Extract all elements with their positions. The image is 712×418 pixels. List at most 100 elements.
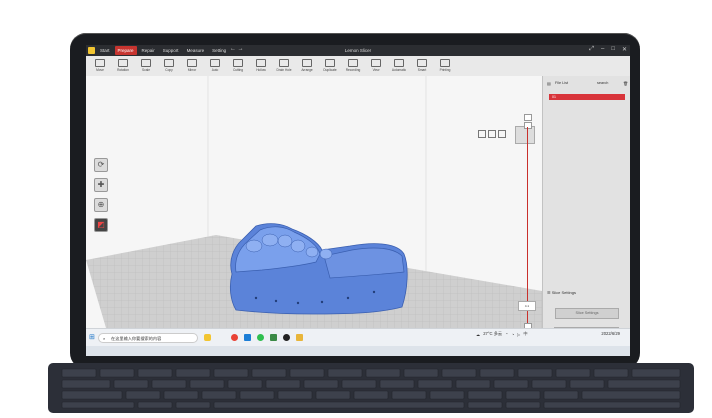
reset-view-icon[interactable] [498, 130, 506, 138]
tool-cutting[interactable]: Cutting [228, 58, 248, 75]
tool-rotation[interactable]: Rotation [113, 58, 133, 75]
lemon-slicer-app-icon[interactable] [204, 334, 211, 341]
weather-icon: ☁ [476, 331, 481, 337]
tool-scale[interactable]: Scale [136, 58, 156, 75]
undo-redo[interactable]: ← → [230, 46, 244, 52]
layer-value-box[interactable]: 4.1 [518, 301, 536, 311]
3d-viewport[interactable]: ⟳ ✚ ⊕ ◩ [86, 76, 542, 328]
file-list-item[interactable]: 01 [549, 94, 625, 100]
tool-icon [302, 59, 312, 67]
tool-icon [417, 59, 427, 67]
maximize-icon[interactable]: □ [611, 46, 615, 53]
zoom-view-icon[interactable]: ⊕ [94, 198, 108, 212]
delete-icon[interactable]: 🗑 [623, 81, 628, 86]
ime-icon[interactable]: 中 [523, 331, 527, 337]
tool-icon [348, 59, 358, 67]
perspective-view-icon[interactable] [478, 130, 486, 138]
tool-mirror[interactable]: Mirror [182, 58, 202, 75]
layers-icon: ☰ [547, 290, 551, 295]
close-icon[interactable]: ✕ [622, 46, 627, 53]
system-tray: ☁ 27°C 多云 ⌃ ◔ ▷ 中 [476, 331, 528, 337]
tool-smart[interactable]: Smart [412, 58, 432, 75]
tool-printing[interactable]: Printing [435, 58, 455, 75]
wechat-icon[interactable] [257, 334, 264, 341]
title-bar: Start Prepare Repair Support Measure Set… [86, 45, 630, 56]
folder-icon[interactable] [296, 334, 303, 341]
slice-settings-header-label: Slice Settings [551, 290, 576, 295]
tool-icon [440, 59, 450, 67]
taskbar-search[interactable]: ⌕ 在这里输入你要搜索的内容 [98, 333, 198, 343]
select-view-icon[interactable]: ◩ [94, 218, 108, 232]
windows-icon[interactable] [244, 334, 251, 341]
file-list-icon: ▤ [547, 81, 551, 86]
tool-icon [118, 59, 128, 67]
redo-icon[interactable]: → [238, 46, 244, 52]
slice-settings-header: ☰ Slice Settings [547, 290, 576, 295]
tool-icon [256, 59, 266, 67]
search-icon: ⌕ [103, 336, 106, 341]
tool-icon [233, 59, 243, 67]
menu-measure[interactable]: Measure [184, 46, 208, 55]
tool-icon [210, 59, 220, 67]
taskbar: ⊞ ⌕ 在这里输入你要搜索的内容 ☁ 27°C 多云 ⌃ ◔ ▷ 中 2022/… [86, 328, 630, 347]
tool-arrange[interactable]: Arrange [297, 58, 317, 75]
pan-view-icon[interactable]: ✚ [94, 178, 108, 192]
tool-hollow[interactable]: Hollow [251, 58, 271, 75]
tool-icon [164, 59, 174, 67]
screen: Start Prepare Repair Support Measure Set… [86, 45, 630, 356]
layer-slider-upper-handle[interactable] [524, 122, 532, 129]
tool-drain-hole[interactable]: Drain Hole [274, 58, 294, 75]
menu-start[interactable]: Start [97, 46, 113, 55]
view-tools: ⟳ ✚ ⊕ ◩ [94, 158, 108, 238]
volume-icon[interactable]: ▷ [517, 332, 520, 337]
screen-bottom-strip [86, 346, 630, 356]
search-label[interactable]: search [597, 81, 608, 85]
tool-auto[interactable]: Auto [205, 58, 225, 75]
view-mode-icons [478, 130, 506, 138]
slice-settings-button[interactable]: Slice Settings [555, 308, 619, 319]
clock-date: 2022/6/29 [601, 331, 620, 336]
layer-slider-track[interactable] [527, 127, 528, 323]
files-icon[interactable] [270, 334, 277, 341]
minimize-icon[interactable]: ‒ [601, 46, 604, 53]
dental-model[interactable] [229, 223, 408, 315]
menu-repair[interactable]: Repair [139, 46, 158, 55]
menu-setting[interactable]: Setting [209, 46, 229, 55]
chrome-icon[interactable] [231, 334, 238, 341]
rotate-view-icon[interactable]: ⟳ [94, 158, 108, 172]
right-panel: ▤ File List search 🗑 01 ☰ Slice Settings… [542, 76, 630, 346]
undo-icon[interactable]: ← [230, 46, 236, 52]
tool-automatic[interactable]: Automatic [389, 58, 409, 75]
tool-icon [187, 59, 197, 67]
tool-recording[interactable]: Recording [343, 58, 363, 75]
tool-label: Printing [439, 68, 451, 72]
layer-slider-top-handle[interactable] [524, 114, 532, 121]
tool-icon [371, 59, 381, 67]
app-logo-icon [88, 47, 95, 54]
menu-support[interactable]: Support [160, 46, 182, 55]
clock[interactable]: 2022/6/29 [601, 331, 620, 336]
tool-move[interactable]: Move [90, 58, 110, 75]
taskbar-search-placeholder: 在这里输入你要搜索的内容 [111, 336, 162, 341]
tool-bar: Move Rotation Scale Copy Mirror Auto Cutting Ho… [86, 56, 630, 77]
menu-prepare[interactable]: Prepare [114, 46, 137, 55]
main-menu: Start Prepare Repair Support Measure Set… [97, 46, 229, 55]
tray-up-icon[interactable]: ⌃ [505, 332, 509, 337]
tool-icon [325, 59, 335, 67]
tool-duplicate[interactable]: Duplicate [320, 58, 340, 75]
tool-view[interactable]: View [366, 58, 386, 75]
tool-icon [394, 59, 404, 67]
tool-copy[interactable]: Copy [159, 58, 179, 75]
media-icon[interactable] [283, 334, 290, 341]
build-plate-scene [86, 76, 542, 328]
keyboard-keys [61, 368, 681, 409]
window-controls: ⤢ ‒ □ ✕ [589, 46, 627, 53]
tool-icon [95, 59, 105, 67]
file-list-label: File List [555, 81, 569, 85]
weather-label[interactable]: 27°C 多云 [483, 331, 502, 337]
tool-icon [279, 59, 289, 67]
fullscreen-icon[interactable]: ⤢ [589, 46, 594, 53]
ortho-view-icon[interactable] [488, 130, 496, 138]
windows-start-icon[interactable]: ⊞ [89, 334, 96, 341]
network-icon[interactable]: ◔ [512, 332, 515, 337]
